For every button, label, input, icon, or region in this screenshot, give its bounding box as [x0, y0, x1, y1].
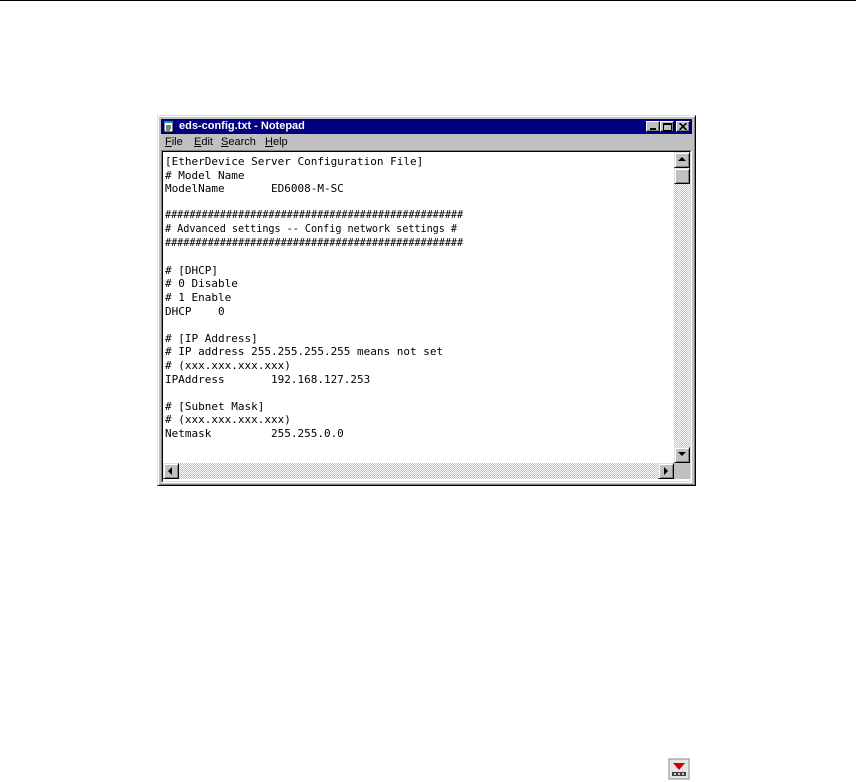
editor-line: # (xxx.xxx.xxx.xxx) [165, 413, 291, 427]
scroll-up-button[interactable] [674, 152, 690, 168]
close-button[interactable] [676, 121, 690, 132]
window-title: eds-config.txt - Notepad [179, 120, 305, 132]
scrollbar-corner [674, 463, 690, 479]
close-icon [679, 123, 687, 130]
minimize-icon [650, 128, 656, 130]
editor-line: Netmask 255.255.0.0 [165, 427, 344, 440]
editor-line: # 0 Disable [165, 277, 238, 291]
editor-line: # IP address 255.255.255.255 means not s… [165, 345, 444, 359]
menu-search[interactable]: Search [221, 135, 256, 150]
text-editor[interactable]: [EtherDevice Server Configuration File] … [163, 152, 674, 463]
editor-line: # [Subnet Mask] [165, 399, 265, 413]
maximize-icon [663, 123, 672, 131]
scroll-right-button[interactable] [658, 463, 674, 479]
arrow-right-icon [664, 467, 668, 475]
scroll-left-button[interactable] [163, 463, 179, 479]
editor-line: ModelName ED6008-M-SC [165, 182, 344, 196]
editor-line: ########################################… [165, 210, 464, 222]
editor-frame: [EtherDevice Server Configuration File] … [161, 150, 692, 483]
arrow-up-icon [678, 157, 686, 161]
scroll-down-button[interactable] [674, 447, 690, 463]
page-top-rule [0, 0, 856, 1]
maximize-button[interactable] [660, 121, 674, 132]
download-arrow-icon[interactable] [668, 758, 690, 780]
menu-help[interactable]: Help [265, 135, 288, 150]
notepad-window: eds-config.txt - Notepad File Edit Searc… [157, 115, 696, 486]
editor-line: # Advanced settings -- Config network se… [165, 224, 458, 235]
editor-line: # Model Name [165, 168, 245, 182]
editor-line: # (xxx.xxx.xxx.xxx) [165, 359, 291, 372]
title-bar[interactable]: eds-config.txt - Notepad [161, 119, 692, 134]
arrow-down-icon [678, 452, 686, 456]
menu-bar: File Edit Search Help [161, 135, 692, 150]
notepad-icon [163, 121, 174, 133]
editor-line: # [DHCP] [165, 263, 218, 277]
vertical-scroll-thumb[interactable] [674, 168, 690, 184]
editor-line: ########################################… [165, 237, 464, 249]
editor-line: DHCP 0 [165, 304, 225, 318]
horizontal-scrollbar[interactable] [163, 463, 674, 479]
vertical-scrollbar[interactable] [674, 152, 690, 463]
editor-line: # [IP Address] [165, 331, 258, 345]
arrow-left-icon [168, 467, 172, 475]
menu-edit[interactable]: Edit [194, 135, 213, 150]
editor-line: IPAddress 192.168.127.253 [165, 372, 371, 386]
minimize-button[interactable] [646, 121, 660, 132]
menu-file[interactable]: File [165, 135, 183, 150]
editor-line: [EtherDevice Server Configuration File] [165, 155, 424, 168]
editor-line: # 1 Enable [165, 291, 232, 304]
